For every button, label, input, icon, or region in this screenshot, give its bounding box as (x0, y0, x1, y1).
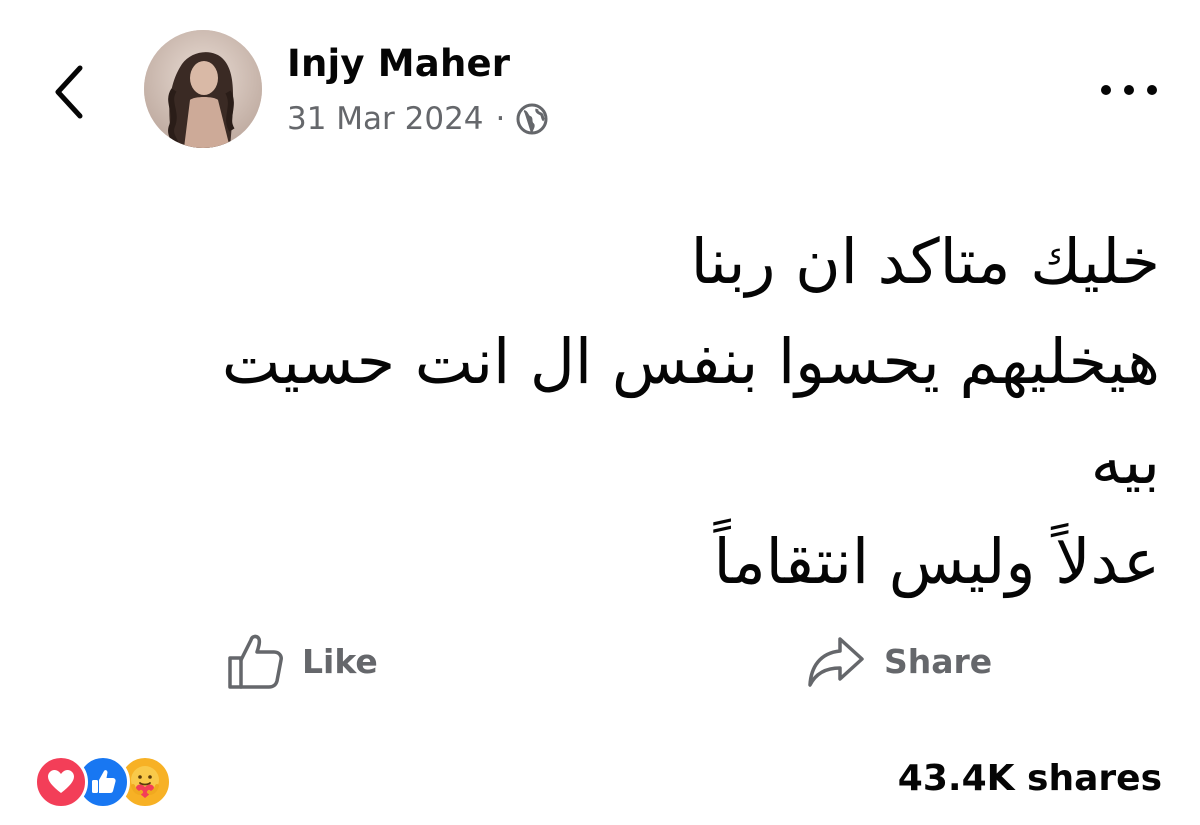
share-label: Share (884, 641, 993, 681)
post-date[interactable]: 31 Mar 2024 (287, 101, 484, 137)
post-text-line: بيه (1090, 425, 1160, 498)
avatar-image (144, 30, 262, 148)
share-button[interactable]: Share (806, 628, 992, 694)
globe-icon[interactable] (515, 102, 549, 136)
like-button[interactable]: Like (226, 628, 378, 694)
post-text-line: عدلاً وليس انتقاماً (713, 525, 1160, 598)
author-avatar[interactable] (144, 30, 262, 148)
like-label: Like (302, 641, 378, 681)
more-options-button[interactable] (1094, 72, 1164, 108)
post-text: خليك متاكد ان ربنا هيخليهم يحسوا بنفس ال… (70, 212, 1160, 612)
post-text-line: هيخليهم يحسوا بنفس ال انت حسيت (221, 325, 1160, 398)
back-button[interactable] (48, 60, 92, 124)
chevron-left-icon (55, 65, 83, 119)
thumbs-up-icon (228, 634, 283, 689)
post-text-line: خليك متاكد ان ربنا (690, 225, 1160, 298)
reactions-summary[interactable] (34, 755, 172, 809)
share-arrow-icon (808, 637, 864, 687)
post-view: Injy Maher 31 Mar 2024 · خليك متاكد ان ر… (0, 0, 1200, 825)
shares-count[interactable]: 43.4K shares (898, 758, 1162, 799)
author-name[interactable]: Injy Maher (287, 42, 510, 85)
meta-separator: · (495, 101, 506, 137)
more-horizontal-icon (1101, 85, 1157, 95)
love-reaction-icon (34, 755, 88, 809)
post-meta: 31 Mar 2024 · (287, 97, 549, 141)
